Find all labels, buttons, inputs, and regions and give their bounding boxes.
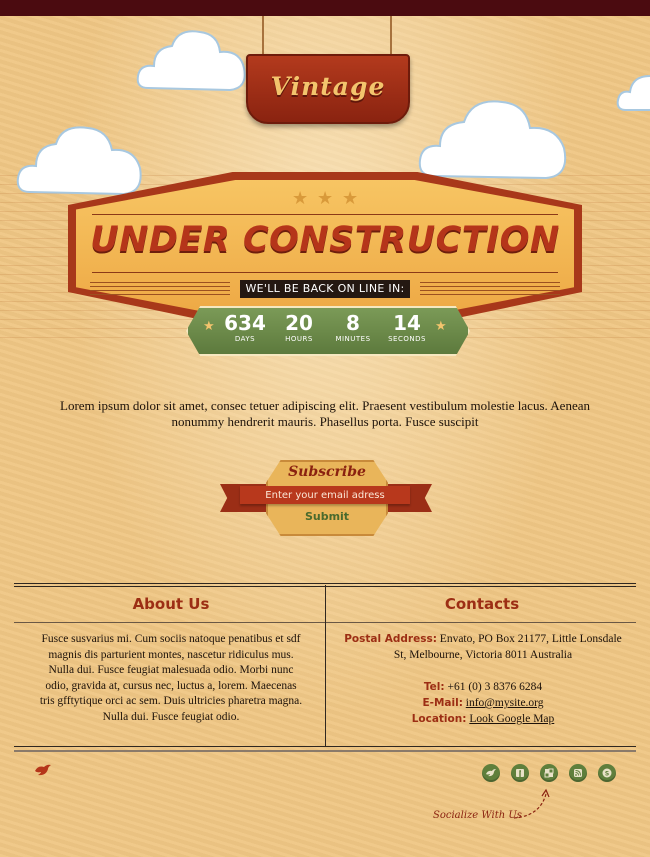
top-bar (0, 0, 650, 16)
postal-address-label: Postal Address: (344, 633, 437, 645)
location-label: Location: (411, 713, 467, 725)
divider (14, 746, 636, 747)
countdown-unit: SECONDS (388, 335, 426, 343)
svg-text:S: S (605, 771, 609, 778)
facebook-icon[interactable] (511, 764, 529, 782)
email-input[interactable] (240, 486, 410, 504)
countdown-days: 634 DAYS (217, 310, 273, 343)
countdown-value: 20 (285, 311, 313, 335)
star-icon: ★ (317, 188, 334, 209)
countdown-unit: HOURS (285, 335, 313, 343)
divider (92, 272, 558, 273)
star-icon: ★ (292, 188, 309, 209)
telephone-value: +61 (0) 3 8376 6284 (447, 681, 543, 693)
delicious-icon[interactable] (540, 764, 558, 782)
email: E-Mail: info@mysite.org (338, 696, 628, 712)
countdown-value: 8 (346, 311, 360, 335)
cloud-icon (136, 30, 246, 92)
email-link[interactable]: info@mysite.org (466, 697, 544, 709)
countdown-seconds: 14 SECONDS (379, 310, 435, 343)
google-map-link[interactable]: Look Google Map (469, 713, 554, 725)
decorative-lines (420, 282, 560, 296)
email-label: E-Mail: (422, 697, 463, 709)
telephone-label: Tel: (423, 681, 445, 693)
contacts-title: Contacts (444, 595, 520, 613)
about-title: About Us (132, 595, 210, 613)
intro-text: Lorem ipsum dolor sit amet, consec tetue… (60, 398, 590, 429)
countdown-unit: MINUTES (335, 335, 371, 343)
subscribe-title: Subscribe (288, 464, 366, 480)
vintage-logo-sign: Vintage (246, 54, 410, 124)
sign-rope (390, 16, 392, 56)
star-icon: ★ (342, 188, 359, 209)
cloud-icon (418, 100, 567, 180)
postal-address: Postal Address: Envato, PO Box 21177, Li… (338, 632, 628, 663)
cloud-icon (16, 126, 142, 196)
countdown-hours: 20 HOURS (271, 310, 327, 343)
about-text: Fusce susvarius mi. Cum sociis natoque p… (39, 633, 303, 723)
divider (92, 214, 558, 215)
sign-rope (262, 16, 264, 56)
divider (14, 583, 636, 584)
bird-icon (35, 764, 51, 776)
cloud-icon (616, 75, 650, 111)
twitter-icon[interactable] (482, 764, 500, 782)
back-online-label: WE'LL BE BACK ON LINE IN: (240, 280, 410, 298)
socialize-caption: Socialize With Us (433, 810, 522, 821)
location: Location: Look Google Map (338, 712, 628, 728)
star-icon: ★ (435, 319, 447, 334)
star-icon: ★ (203, 319, 215, 334)
countdown-value: 14 (393, 311, 421, 335)
submit-button[interactable]: Submit (290, 508, 364, 524)
divider (14, 750, 636, 752)
skype-icon[interactable]: S (598, 764, 616, 782)
countdown-value: 634 (224, 311, 266, 335)
telephone: Tel: +61 (0) 3 8376 6284 (338, 680, 628, 696)
countdown-unit: DAYS (234, 335, 256, 343)
page-headline: UNDER CONSTRUCTION (90, 220, 560, 260)
countdown-minutes: 8 MINUTES (325, 310, 381, 343)
decorative-lines (90, 282, 230, 296)
rss-icon[interactable] (569, 764, 587, 782)
